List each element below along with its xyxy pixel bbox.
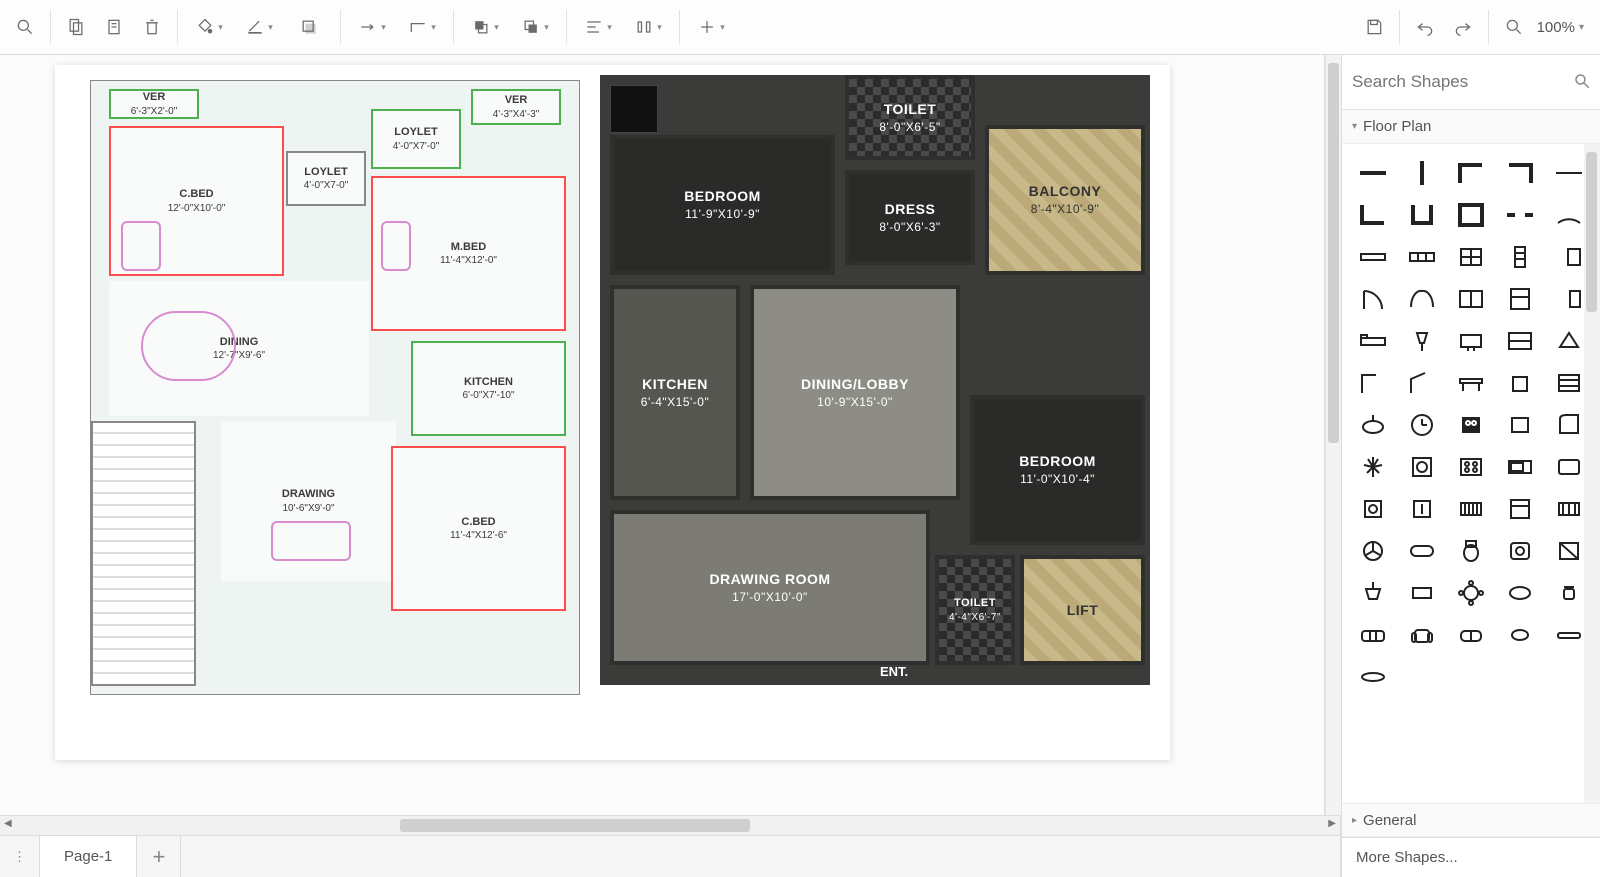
- staircase: [91, 421, 196, 686]
- pages-menu-icon[interactable]: ⋮: [0, 836, 40, 877]
- tab-page-1[interactable]: Page-1: [40, 836, 137, 877]
- canvas[interactable]: VER6'-3"X2'-0" VER4'-3"X4'-3" LOYLET4'-0…: [0, 55, 1325, 815]
- shape-armchair[interactable]: [1401, 618, 1442, 652]
- floorplan-rendered[interactable]: TOILET8'-0"X6'-5" BEDROOM11'-9"X10'-9" D…: [600, 75, 1150, 685]
- shape-shelf[interactable]: [1500, 324, 1541, 358]
- section-floor-plan[interactable]: ▾Floor Plan: [1342, 110, 1600, 144]
- copy-icon[interactable]: [57, 8, 95, 46]
- search-icon[interactable]: [1573, 72, 1591, 93]
- shape-lamp[interactable]: [1401, 324, 1442, 358]
- fit-page-icon[interactable]: [1495, 8, 1533, 46]
- shape-microwave[interactable]: [1500, 450, 1541, 484]
- zoom-tool-icon[interactable]: [6, 8, 44, 46]
- shape-desk[interactable]: [1450, 366, 1491, 400]
- shape-corner-bl[interactable]: [1352, 198, 1393, 232]
- undo-icon[interactable]: [1406, 8, 1444, 46]
- distribute-icon[interactable]: ▾: [623, 8, 673, 46]
- entrance-label: ENT.: [880, 664, 908, 679]
- shape-window-tall[interactable]: [1500, 240, 1541, 274]
- plan-logo: [610, 85, 658, 133]
- shape-outlet[interactable]: [1352, 492, 1393, 526]
- save-icon[interactable]: [1355, 8, 1393, 46]
- shape-opening[interactable]: [1500, 198, 1541, 232]
- drawing-page[interactable]: VER6'-3"X2'-0" VER4'-3"X4'-3" LOYLET4'-0…: [55, 65, 1170, 760]
- shape-sofa[interactable]: [1352, 618, 1393, 652]
- shapes-sidebar: ▾Floor Plan: [1341, 55, 1600, 877]
- shape-window-3[interactable]: [1401, 240, 1442, 274]
- shape-washer[interactable]: [1401, 450, 1442, 484]
- toolbar: ▾ ▾ ▾ ▾ ▾ ▾ ▾ ▾ ▾ 100%▾: [0, 0, 1600, 55]
- shape-corner-tr[interactable]: [1500, 156, 1541, 190]
- connector-style-icon[interactable]: ▾: [347, 8, 397, 46]
- shape-wall-h[interactable]: [1352, 156, 1393, 190]
- shape-cooktop[interactable]: [1450, 450, 1491, 484]
- shape-window-grid[interactable]: [1450, 240, 1491, 274]
- shape-wall-v[interactable]: [1401, 156, 1442, 190]
- shape-clock[interactable]: [1401, 408, 1442, 442]
- shape-pendant[interactable]: [1352, 576, 1393, 610]
- shadow-icon[interactable]: [284, 8, 334, 46]
- canvas-vertical-scrollbar[interactable]: [1325, 55, 1341, 815]
- shape-vent[interactable]: [1450, 492, 1491, 526]
- search-shapes-input[interactable]: [1352, 72, 1573, 92]
- floor-plan-shapes: [1342, 144, 1600, 706]
- shape-room[interactable]: [1450, 198, 1491, 232]
- shape-toilet[interactable]: [1450, 534, 1491, 568]
- shapes-vertical-scrollbar[interactable]: [1584, 144, 1600, 803]
- shape-window[interactable]: [1352, 240, 1393, 274]
- shape-tv[interactable]: [1450, 324, 1491, 358]
- waypoint-icon[interactable]: ▾: [397, 8, 447, 46]
- section-general[interactable]: ▸General: [1342, 803, 1600, 837]
- shape-fan[interactable]: [1352, 534, 1393, 568]
- floorplan-line-drawing[interactable]: VER6'-3"X2'-0" VER4'-3"X4'-3" LOYLET4'-0…: [90, 80, 580, 695]
- shape-fridge[interactable]: [1500, 282, 1541, 316]
- align-icon[interactable]: ▾: [573, 8, 623, 46]
- shape-basin[interactable]: [1500, 534, 1541, 568]
- shape-corner-tl[interactable]: [1450, 156, 1491, 190]
- shape-panel[interactable]: [1500, 492, 1541, 526]
- zoom-level[interactable]: 100%: [1533, 19, 1579, 36]
- paste-icon[interactable]: [95, 8, 133, 46]
- shape-wall-u[interactable]: [1401, 198, 1442, 232]
- shape-table-oval[interactable]: [1500, 576, 1541, 610]
- more-shapes-button[interactable]: More Shapes...: [1342, 837, 1600, 877]
- shape-table-rect[interactable]: [1401, 576, 1442, 610]
- shape-plant[interactable]: [1352, 450, 1393, 484]
- shape-rug[interactable]: [1352, 660, 1393, 694]
- to-front-icon[interactable]: ▾: [460, 8, 510, 46]
- shape-angle[interactable]: [1352, 366, 1393, 400]
- add-page-button[interactable]: +: [137, 836, 181, 877]
- redo-icon[interactable]: [1444, 8, 1482, 46]
- canvas-horizontal-scrollbar[interactable]: [0, 815, 1341, 835]
- shape-door-double[interactable]: [1401, 282, 1442, 316]
- shape-door[interactable]: [1352, 282, 1393, 316]
- shape-box[interactable]: [1500, 408, 1541, 442]
- shape-nightstand[interactable]: [1500, 366, 1541, 400]
- line-color-icon[interactable]: ▾: [234, 8, 284, 46]
- delete-icon[interactable]: [133, 8, 171, 46]
- shape-bed[interactable]: [1352, 324, 1393, 358]
- page-tabs: ⋮ Page-1 +: [0, 835, 1341, 877]
- shape-sink[interactable]: [1352, 408, 1393, 442]
- fill-color-icon[interactable]: ▾: [184, 8, 234, 46]
- shape-table-round[interactable]: [1450, 576, 1491, 610]
- shape-loveseat[interactable]: [1450, 618, 1491, 652]
- shape-tub[interactable]: [1401, 534, 1442, 568]
- shape-stool[interactable]: [1500, 618, 1541, 652]
- shape-angle2[interactable]: [1401, 366, 1442, 400]
- shape-stove[interactable]: [1450, 408, 1491, 442]
- shape-switch[interactable]: [1401, 492, 1442, 526]
- insert-icon[interactable]: ▾: [686, 8, 736, 46]
- to-back-icon[interactable]: ▾: [510, 8, 560, 46]
- shape-cabinet[interactable]: [1450, 282, 1491, 316]
